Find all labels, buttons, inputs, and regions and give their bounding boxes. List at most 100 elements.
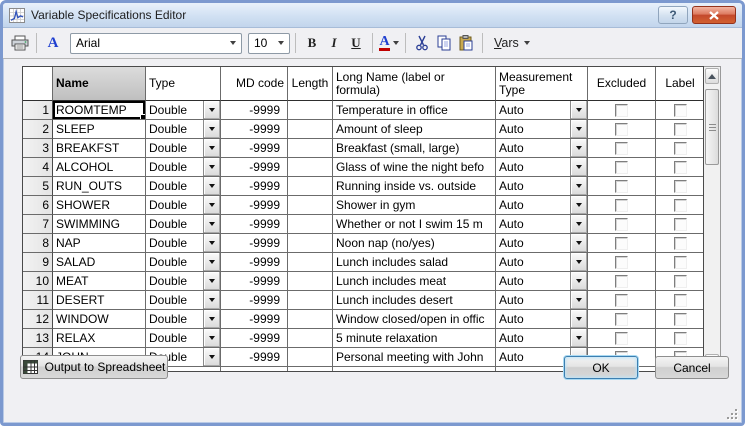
measurement-dropdown-button[interactable] (570, 291, 587, 309)
label-cell[interactable] (656, 253, 704, 272)
row-number[interactable]: 13 (23, 329, 53, 348)
corner-header-cell[interactable] (23, 67, 53, 101)
long-name-cell[interactable]: Window closed/open in offic (333, 310, 496, 329)
md-code-cell[interactable]: -9999 (221, 139, 288, 158)
scrollbar-thumb[interactable] (705, 89, 719, 165)
length-cell[interactable] (288, 101, 333, 120)
type-dropdown-button[interactable] (203, 310, 220, 328)
name-cell[interactable]: SHOWER (53, 196, 146, 215)
name-cell[interactable]: RELAX (53, 329, 146, 348)
excluded-checkbox[interactable] (615, 332, 628, 345)
label-cell[interactable] (656, 215, 704, 234)
long-name-cell[interactable]: 5 minute relaxation (333, 329, 496, 348)
excluded-checkbox[interactable] (615, 256, 628, 269)
font-button[interactable]: A (42, 32, 64, 54)
measurement-dropdown-button[interactable] (570, 177, 587, 195)
excluded-checkbox[interactable] (615, 199, 628, 212)
measurement-dropdown-button[interactable] (570, 253, 587, 271)
label-cell[interactable] (656, 291, 704, 310)
name-cell[interactable]: SLEEP (53, 120, 146, 139)
excluded-checkbox[interactable] (615, 104, 628, 117)
length-cell[interactable] (288, 215, 333, 234)
type-dropdown-button[interactable] (203, 158, 220, 176)
row-number[interactable]: 9 (23, 253, 53, 272)
row-number[interactable]: 2 (23, 120, 53, 139)
label-cell[interactable] (656, 272, 704, 291)
type-dropdown-button[interactable] (203, 139, 220, 157)
type-dropdown-button[interactable] (203, 196, 220, 214)
label-cell[interactable] (656, 234, 704, 253)
measurement-type-cell[interactable]: Auto (496, 215, 588, 234)
type-cell[interactable]: Double (146, 215, 221, 234)
long-name-cell[interactable]: Running inside vs. outside (333, 177, 496, 196)
name-cell[interactable]: RUN_OUTS (53, 177, 146, 196)
type-dropdown-button[interactable] (203, 291, 220, 309)
md-code-cell[interactable]: -9999 (221, 177, 288, 196)
excluded-checkbox[interactable] (615, 180, 628, 193)
label-checkbox[interactable] (674, 275, 687, 288)
label-cell[interactable] (656, 139, 704, 158)
length-cell[interactable] (288, 196, 333, 215)
excluded-cell[interactable] (588, 272, 656, 291)
measurement-type-cell[interactable]: Auto (496, 120, 588, 139)
length-cell[interactable] (288, 291, 333, 310)
excluded-checkbox[interactable] (615, 123, 628, 136)
excluded-cell[interactable] (588, 253, 656, 272)
font-name-dropdown-button[interactable] (225, 34, 241, 53)
md-code-cell[interactable]: -9999 (221, 196, 288, 215)
label-checkbox[interactable] (674, 256, 687, 269)
long-name-cell[interactable]: Glass of wine the night befo (333, 158, 496, 177)
long-name-cell[interactable]: Lunch includes desert (333, 291, 496, 310)
type-dropdown-button[interactable] (203, 253, 220, 271)
measurement-dropdown-button[interactable] (570, 196, 587, 214)
measurement-dropdown-button[interactable] (570, 158, 587, 176)
measurement-type-cell[interactable]: Auto (496, 253, 588, 272)
label-checkbox[interactable] (674, 237, 687, 250)
name-cell[interactable]: ROOMTEMP (53, 101, 146, 120)
excluded-checkbox[interactable] (615, 294, 628, 307)
row-number[interactable]: 12 (23, 310, 53, 329)
name-cell[interactable]: MEAT (53, 272, 146, 291)
md-code-cell[interactable]: -9999 (221, 234, 288, 253)
excluded-cell[interactable] (588, 329, 656, 348)
md-code-cell[interactable]: -9999 (221, 120, 288, 139)
measurement-type-cell[interactable]: Auto (496, 101, 588, 120)
name-cell[interactable]: NAP (53, 234, 146, 253)
italic-button[interactable]: I (323, 32, 345, 54)
copy-button[interactable] (433, 32, 455, 54)
title-bar[interactable]: Variable Specifications Editor ? (3, 3, 742, 28)
long-name-cell[interactable]: Personal meeting with John (333, 348, 496, 367)
cut-button[interactable] (411, 32, 433, 54)
excluded-cell[interactable] (588, 215, 656, 234)
label-cell[interactable] (656, 120, 704, 139)
font-name-combo[interactable]: Arial (70, 33, 242, 54)
column-header-md-code[interactable]: MD code (221, 67, 288, 101)
help-button[interactable]: ? (658, 6, 688, 24)
type-cell[interactable]: Double (146, 253, 221, 272)
label-checkbox[interactable] (674, 294, 687, 307)
paste-button[interactable] (455, 32, 477, 54)
row-number[interactable]: 11 (23, 291, 53, 310)
md-code-cell[interactable]: -9999 (221, 215, 288, 234)
type-dropdown-button[interactable] (203, 272, 220, 290)
row-number[interactable]: 7 (23, 215, 53, 234)
row-number[interactable]: 5 (23, 177, 53, 196)
measurement-type-cell[interactable]: Auto (496, 272, 588, 291)
label-checkbox[interactable] (674, 332, 687, 345)
row-number[interactable]: 8 (23, 234, 53, 253)
font-size-dropdown-button[interactable] (273, 34, 289, 53)
name-cell[interactable]: ALCOHOL (53, 158, 146, 177)
name-cell[interactable]: SALAD (53, 253, 146, 272)
type-dropdown-button[interactable] (203, 348, 220, 366)
label-checkbox[interactable] (674, 104, 687, 117)
excluded-cell[interactable] (588, 196, 656, 215)
type-dropdown-button[interactable] (203, 101, 220, 119)
type-dropdown-button[interactable] (203, 234, 220, 252)
excluded-cell[interactable] (588, 291, 656, 310)
font-color-button[interactable]: A (378, 32, 400, 54)
excluded-cell[interactable] (588, 101, 656, 120)
excluded-cell[interactable] (588, 120, 656, 139)
md-code-cell[interactable]: -9999 (221, 253, 288, 272)
measurement-dropdown-button[interactable] (570, 272, 587, 290)
vertical-scrollbar[interactable] (704, 66, 721, 372)
